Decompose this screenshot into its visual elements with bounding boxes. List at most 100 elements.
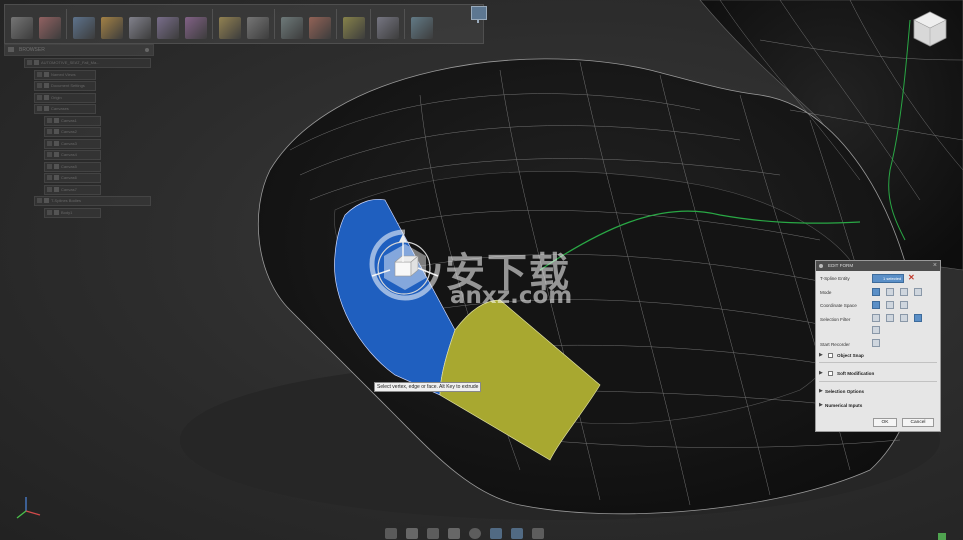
local-space-icon[interactable] [900,301,908,309]
component-icon [54,186,59,192]
browser-tree-row[interactable]: Canvas6 [44,173,101,183]
select-icon[interactable] [377,17,399,39]
browser-tree-row[interactable]: Document Settings [34,81,96,91]
expand-icon[interactable] [47,163,52,169]
multi-mode-icon[interactable] [872,288,880,296]
all-filter-icon[interactable] [914,314,922,322]
expand-selection-options-icon[interactable]: ▶ [819,388,823,394]
world-space-icon[interactable] [872,301,880,309]
look-at-icon[interactable] [406,528,418,539]
browser-tree-row[interactable]: AUTOMOTIVE_SEAT_Fall_Ma... [24,58,151,68]
view-space-icon[interactable] [886,301,894,309]
pan-icon[interactable] [427,528,439,539]
browser-row-label: Canvas5 [61,163,77,169]
zoom-icon[interactable] [448,528,460,539]
orbit-icon[interactable] [385,528,397,539]
ok-button[interactable]: OK [873,418,897,427]
expand-icon[interactable] [47,152,52,158]
expand-icon[interactable] [47,209,52,215]
browser-tree-row[interactable]: T-Splines Bodies [34,196,151,206]
numerical-inputs-label[interactable]: Numerical Inputs [825,403,862,408]
pin-icon[interactable] [145,48,149,52]
toolbar-separator [404,9,405,39]
display-mode-icon[interactable] [471,6,487,23]
expand-icon[interactable] [47,175,52,181]
expand-icon[interactable] [47,140,52,146]
merge-edge-icon[interactable] [219,17,241,39]
soft-modification-checkbox[interactable] [828,371,833,376]
coordinate-space-label: Coordinate Space [820,303,857,308]
insert-canvas-icon[interactable] [343,17,365,39]
expand-icon[interactable] [47,129,52,135]
browser-tree-row[interactable]: Canvas1 [44,115,101,126]
object-snap-checkbox[interactable] [828,353,833,358]
expand-icon[interactable] [37,71,42,77]
browser-row-label: Canvases [51,106,69,111]
browser-tree-row[interactable]: Canvas2 [44,127,101,137]
edit-form-icon[interactable] [73,17,95,39]
browser-row-label: Canvas3 [61,140,77,146]
form-box-icon[interactable] [39,17,61,39]
subdivide-icon[interactable] [129,17,151,39]
body-filter-icon[interactable] [872,326,880,334]
browser-row-label: Canvas7 [61,186,77,192]
expand-icon[interactable] [47,117,52,123]
translate-mode-icon[interactable] [886,288,894,296]
browser-row-label: Canvas6 [61,175,77,180]
expand-icon[interactable] [27,60,32,66]
browser-header[interactable]: BROWSER [4,44,154,56]
browser-tree-row[interactable]: Canvas5 [44,161,101,172]
component-icon [54,163,59,169]
dialog-menu-icon[interactable] [819,264,823,268]
bridge-icon[interactable] [157,17,179,39]
selection-options-label[interactable]: Selection Options [825,389,864,394]
scale-mode-icon[interactable] [914,288,922,296]
browser-panel: BROWSER AUTOMOTIVE_SEAT_Fall_Ma... Named … [4,44,154,234]
viewports-icon[interactable] [532,528,544,539]
expand-icon[interactable] [37,106,42,112]
sketch-icon[interactable] [11,17,33,39]
expand-soft-mod-icon[interactable]: ▶ [819,370,823,376]
dialog-titlebar[interactable]: EDIT FORM × [816,261,940,271]
cancel-button[interactable]: Cancel [902,418,934,427]
component-icon [54,152,59,158]
tspline-entity-selector[interactable]: 1 selected [872,274,904,283]
display-settings-icon[interactable] [490,528,502,539]
browser-tree-row[interactable]: Canvas7 [44,184,101,195]
recorder-icon[interactable] [872,339,880,347]
view-cube[interactable] [912,10,948,48]
start-recorder-label: Start Recorder [820,342,850,347]
zoom-window-icon[interactable] [469,528,481,539]
vertex-filter-icon[interactable] [872,314,880,322]
browser-row-label: Canvas2 [61,129,77,134]
finish-form-icon[interactable] [411,17,433,39]
browser-tree-row[interactable]: Canvas4 [44,150,101,160]
mode-label: Mode [820,290,832,295]
expand-icon[interactable] [47,186,52,192]
inspect-icon[interactable] [309,17,331,39]
browser-tree-row[interactable]: Canvases [34,104,96,114]
browser-tree-row[interactable]: Body1 [44,207,101,218]
mirror-icon[interactable] [247,17,269,39]
close-icon[interactable]: × [933,261,937,271]
browser-tree-row[interactable]: Origin [34,92,96,103]
rotate-mode-icon[interactable] [900,288,908,296]
browser-tree-row[interactable]: Named Views [34,69,96,80]
expand-object-snap-icon[interactable]: ▶ [819,352,823,358]
expand-icon[interactable] [37,83,42,89]
expand-icon[interactable] [37,94,42,100]
collapse-icon[interactable] [8,47,14,52]
grid-icon[interactable] [511,528,523,539]
edge-filter-icon[interactable] [886,314,894,322]
browser-tree-row[interactable]: Canvas3 [44,138,101,149]
fill-hole-icon[interactable] [185,17,207,39]
expand-icon[interactable] [37,198,42,204]
expand-numerical-inputs-icon[interactable]: ▶ [819,402,823,408]
browser-row-label: Canvas4 [61,152,77,157]
tspline-entity-label: T-Spline Entity [820,276,850,281]
insert-edge-icon[interactable] [101,17,123,39]
utilities-icon[interactable] [281,17,303,39]
clear-selection-icon[interactable]: ✕ [908,273,915,282]
edit-form-dialog: EDIT FORM × T-Spline Entity 1 selected ✕… [815,260,941,432]
face-filter-icon[interactable] [900,314,908,322]
